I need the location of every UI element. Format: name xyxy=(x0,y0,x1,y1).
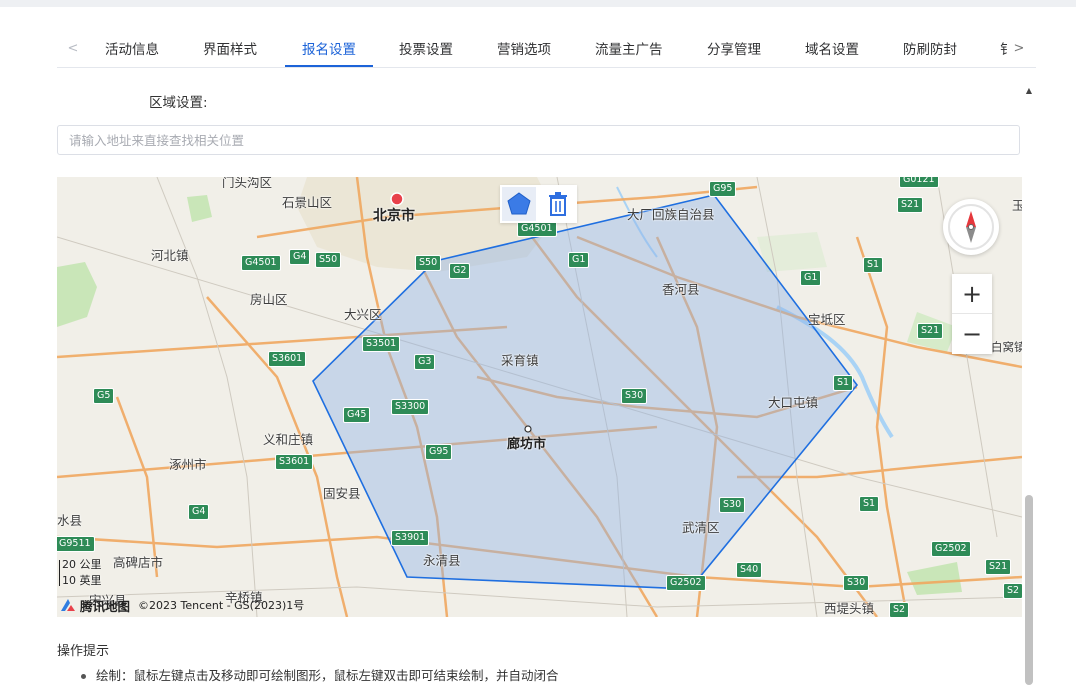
polygon-icon xyxy=(507,192,531,215)
road-shield: G45 xyxy=(343,407,371,423)
road-shield: G0121 xyxy=(899,177,939,188)
map-label: 采育镇 xyxy=(501,353,539,368)
tab-registration-settings[interactable]: 报名设置 xyxy=(285,34,373,67)
tab-traffic-ads[interactable]: 流量主广告 xyxy=(595,34,663,66)
road-shield: G4 xyxy=(289,249,311,265)
tips-title: 操作提示 xyxy=(57,644,110,659)
road-shield: G2502 xyxy=(931,541,971,557)
tab-interface-style[interactable]: 界面样式 xyxy=(203,34,257,66)
road-shield: S50 xyxy=(315,252,342,268)
road-shield: G3 xyxy=(414,354,436,370)
map-label: 石景山区 xyxy=(282,195,333,210)
road-shield: G4501 xyxy=(241,255,281,271)
road-shield: S30 xyxy=(621,388,648,404)
map-label: 涿州市 xyxy=(169,457,207,472)
map-brand: 腾讯地图 xyxy=(80,598,131,614)
map-label: 武清区 xyxy=(682,520,720,535)
tab-scroll-left-icon[interactable]: < xyxy=(65,41,81,57)
road-shield: S40 xyxy=(736,562,763,578)
tab-bar: < 活动信息 界面样式 报名设置 投票设置 营销选项 流量主广告 分享管理 域名… xyxy=(57,34,1036,68)
map-scale: 20 公里 10 英里 xyxy=(59,557,102,589)
road-shield: G95 xyxy=(709,181,737,197)
tips-list: 绘制：鼠标左键点击及移动即可绘制图形，鼠标左键双击即可结束绘制，并自动闭合 xyxy=(78,668,559,684)
top-strip xyxy=(0,0,1076,7)
scroll-up-arrow-icon[interactable]: ▲ xyxy=(1024,86,1034,96)
tencent-map-logo-icon xyxy=(61,599,75,611)
map-label: 香河县 xyxy=(662,282,700,297)
road-shield: S21 xyxy=(985,559,1012,575)
scale-metric: 20 公里 xyxy=(62,558,102,571)
map-copyright: ©2023 Tencent - GS(2023)1号 xyxy=(138,599,305,612)
road-shield: G2 xyxy=(449,263,471,279)
road-shield: S30 xyxy=(719,497,746,513)
tab-activity-info[interactable]: 活动信息 xyxy=(105,34,159,66)
map-view[interactable]: 门头沟区 石景山区 北京市 大厂回族自治县 河北镇 房山区 大兴区 香河县 宝坻… xyxy=(57,177,1022,617)
map-label: 房山区 xyxy=(250,292,288,307)
road-shield: S2 xyxy=(1003,583,1022,599)
trash-icon xyxy=(549,192,567,216)
road-shield: G5 xyxy=(93,388,115,404)
zoom-out-button[interactable]: − xyxy=(952,314,992,354)
tab-voting-settings[interactable]: 投票设置 xyxy=(399,34,453,66)
compass-control[interactable] xyxy=(943,199,999,255)
zoom-in-button[interactable]: + xyxy=(952,274,992,314)
map-label: 大厂回族自治县 xyxy=(627,207,715,222)
road-shield: S30 xyxy=(843,575,870,591)
tab-share-management[interactable]: 分享管理 xyxy=(707,34,761,66)
zoom-control: + − xyxy=(952,274,992,354)
tab-scroll-right-icon[interactable]: > xyxy=(1011,41,1027,57)
road-shield: S2 xyxy=(889,602,910,617)
road-shield: G1 xyxy=(800,270,822,286)
scrollbar-thumb[interactable] xyxy=(1025,495,1033,685)
map-base-layer xyxy=(57,177,1022,617)
map-label: 门头沟区 xyxy=(222,177,273,190)
road-shield: S1 xyxy=(833,375,854,391)
road-shield: G2502 xyxy=(666,575,706,591)
road-shield: S50 xyxy=(415,255,442,271)
map-label: 大兴区 xyxy=(344,307,382,322)
region-settings-label: 区域设置: xyxy=(149,95,208,111)
tab-marketing-options[interactable]: 营销选项 xyxy=(497,34,551,66)
map-label: 水县 xyxy=(57,513,83,528)
road-shield: S3901 xyxy=(391,530,430,546)
map-label: 永清县 xyxy=(423,553,461,568)
map-label: 河北镇 xyxy=(151,248,189,263)
map-label: 北京市 xyxy=(373,208,415,224)
road-shield: S21 xyxy=(917,323,944,339)
tab-anti-fraud[interactable]: 防刷防封 xyxy=(903,34,957,66)
road-shield: G1 xyxy=(568,252,590,268)
road-shield: G4501 xyxy=(517,221,557,237)
map-label: 廊坊市 xyxy=(507,437,547,452)
tab-domain-settings[interactable]: 域名设置 xyxy=(805,34,859,66)
map-label: 义和庄镇 xyxy=(263,432,314,447)
road-shield: S3601 xyxy=(275,454,314,470)
road-shield: G9511 xyxy=(57,536,95,552)
polygon-tool-button[interactable] xyxy=(502,187,536,221)
map-label: 固安县 xyxy=(323,486,361,501)
tab-list: 活动信息 界面样式 报名设置 投票设置 营销选项 流量主广告 分享管理 域名设置… xyxy=(85,34,1007,67)
map-label: 西堤头镇 xyxy=(824,601,875,616)
map-label: 白窝镇 xyxy=(991,340,1022,354)
road-shield: G95 xyxy=(425,444,453,460)
road-shield: S3601 xyxy=(268,351,307,367)
map-label: 大口屯镇 xyxy=(768,395,819,410)
delete-shape-button[interactable] xyxy=(541,187,575,221)
drawing-toolbar xyxy=(500,185,577,223)
compass-icon xyxy=(948,204,994,250)
location-search-input[interactable] xyxy=(57,125,1020,155)
road-shield: G4 xyxy=(188,504,210,520)
road-shield: S1 xyxy=(859,496,880,512)
map-label: 玉 xyxy=(1012,198,1022,213)
map-attribution: 腾讯地图 ©2023 Tencent - GS(2023)1号 xyxy=(59,595,304,615)
map-label: 高碑店市 xyxy=(113,555,164,570)
tab-more[interactable]: 钅 xyxy=(1000,34,1007,66)
road-shield: S21 xyxy=(897,197,924,213)
road-shield: S3501 xyxy=(362,336,401,352)
road-shield: S3300 xyxy=(391,399,430,415)
map-label: 宝坻区 xyxy=(808,312,846,327)
tip-item: 绘制：鼠标左键点击及移动即可绘制图形，鼠标左键双击即可结束绘制，并自动闭合 xyxy=(78,668,559,684)
road-shield: S1 xyxy=(863,257,884,273)
scale-imperial: 10 英里 xyxy=(62,574,102,587)
